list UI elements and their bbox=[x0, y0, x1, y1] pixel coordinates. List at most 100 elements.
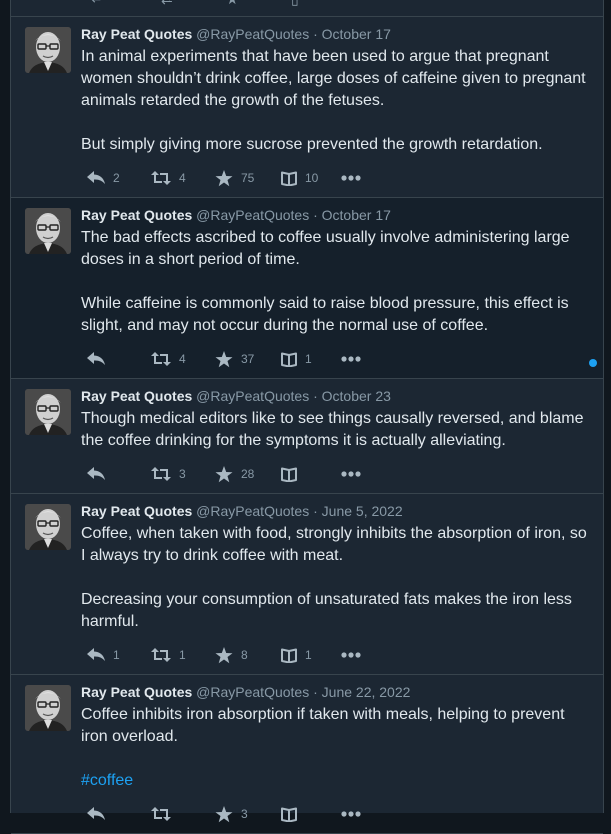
reply-button[interactable] bbox=[87, 467, 151, 481]
tweet-date[interactable]: June 22, 2022 bbox=[322, 684, 411, 700]
reply-button[interactable] bbox=[87, 807, 151, 821]
more-icon bbox=[341, 471, 361, 477]
retweet-count: 4 bbox=[179, 171, 186, 185]
tweet-paragraph: Though medical editors like to see thing… bbox=[81, 410, 584, 449]
more-button[interactable] bbox=[341, 811, 361, 817]
like-button[interactable]: 28 bbox=[215, 465, 281, 483]
tweet-text: Coffee inhibits iron absorption if taken… bbox=[81, 704, 591, 792]
retweet-icon bbox=[151, 171, 171, 185]
like-count: 75 bbox=[241, 171, 255, 185]
save-button[interactable] bbox=[281, 807, 341, 822]
retweet-button[interactable]: 4 bbox=[151, 171, 215, 185]
save-count: 1 bbox=[305, 648, 312, 662]
book-icon bbox=[281, 467, 297, 482]
retweet-icon bbox=[151, 807, 171, 821]
tweet[interactable]: Ray Peat Quotes @RayPeatQuotes · October… bbox=[11, 198, 603, 379]
author-name[interactable]: Ray Peat Quotes bbox=[81, 207, 192, 223]
like-button[interactable]: 3 bbox=[215, 805, 281, 823]
author-handle[interactable]: @RayPeatQuotes bbox=[196, 26, 309, 42]
tweet[interactable]: Ray Peat Quotes @RayPeatQuotes · June 5,… bbox=[11, 494, 603, 675]
tweet-text: Though medical editors like to see thing… bbox=[81, 408, 591, 452]
reply-button[interactable]: 2 bbox=[87, 171, 151, 185]
tweet[interactable]: Ray Peat Quotes @RayPeatQuotes · October… bbox=[11, 379, 603, 494]
tweet-date[interactable]: October 17 bbox=[322, 207, 391, 223]
avatar-image bbox=[25, 504, 71, 550]
author-handle[interactable]: @RayPeatQuotes bbox=[196, 207, 309, 223]
reply-icon bbox=[87, 171, 105, 184]
save-count: 10 bbox=[305, 171, 319, 185]
separator: · bbox=[313, 503, 318, 519]
like-count: 8 bbox=[241, 648, 248, 662]
tweet-paragraph: Decreasing your consumption of unsaturat… bbox=[81, 591, 572, 630]
author-name[interactable]: Ray Peat Quotes bbox=[81, 26, 192, 42]
separator: · bbox=[313, 684, 318, 700]
book-icon bbox=[281, 648, 297, 663]
tweet-header: Ray Peat Quotes @RayPeatQuotes · June 22… bbox=[81, 682, 591, 702]
avatar-image bbox=[25, 208, 71, 254]
tweet-column: ↩ ⇄ ★ ▯ Ray Peat Quotes @RayPeatQuotes ·… bbox=[10, 0, 604, 834]
avatar[interactable] bbox=[25, 504, 71, 550]
author-handle[interactable]: @RayPeatQuotes bbox=[196, 388, 309, 404]
book-icon: ▯ bbox=[291, 0, 299, 8]
save-button[interactable]: 1 bbox=[281, 352, 341, 367]
reply-button[interactable] bbox=[87, 352, 151, 366]
avatar[interactable] bbox=[25, 208, 71, 254]
tweet-actions: 3 28 bbox=[87, 463, 591, 485]
retweet-count: 4 bbox=[179, 352, 186, 366]
tweet-actions: 1 1 8 1 bbox=[87, 644, 591, 666]
save-button[interactable]: 10 bbox=[281, 171, 341, 186]
like-button[interactable]: 37 bbox=[215, 350, 281, 368]
avatar-image bbox=[25, 389, 71, 435]
retweet-button[interactable]: 3 bbox=[151, 467, 215, 481]
tweet-paragraph: The bad effects ascribed to coffee usual… bbox=[81, 229, 570, 268]
author-name[interactable]: Ray Peat Quotes bbox=[81, 684, 192, 700]
hashtag-link[interactable]: #coffee bbox=[81, 772, 133, 789]
separator: · bbox=[313, 207, 318, 223]
tweet-date[interactable]: June 5, 2022 bbox=[322, 503, 403, 519]
star-icon bbox=[215, 805, 233, 822]
tweet-header: Ray Peat Quotes @RayPeatQuotes · October… bbox=[81, 205, 591, 225]
save-button[interactable] bbox=[281, 467, 341, 482]
more-button[interactable] bbox=[341, 175, 361, 181]
tweet-date[interactable]: October 17 bbox=[322, 26, 391, 42]
avatar[interactable] bbox=[25, 389, 71, 435]
like-button[interactable]: 75 bbox=[215, 169, 281, 187]
avatar-image bbox=[25, 685, 71, 731]
save-count: 1 bbox=[305, 352, 312, 366]
tweet-header: Ray Peat Quotes @RayPeatQuotes · October… bbox=[81, 386, 591, 406]
separator: · bbox=[313, 26, 318, 42]
more-icon bbox=[341, 811, 361, 817]
tweet-date[interactable]: October 23 bbox=[322, 388, 391, 404]
save-button[interactable]: 1 bbox=[281, 648, 341, 663]
more-button[interactable] bbox=[341, 356, 361, 362]
retweet-button[interactable]: 4 bbox=[151, 352, 215, 366]
more-button[interactable] bbox=[341, 471, 361, 477]
tweet-paragraph: In animal experiments that have been use… bbox=[81, 48, 586, 109]
author-handle[interactable]: @RayPeatQuotes bbox=[196, 503, 309, 519]
author-name[interactable]: Ray Peat Quotes bbox=[81, 388, 192, 404]
more-icon bbox=[341, 652, 361, 658]
star-icon bbox=[215, 169, 233, 186]
retweet-button[interactable]: 1 bbox=[151, 648, 215, 662]
reply-count: 2 bbox=[113, 171, 120, 185]
tweet[interactable]: Ray Peat Quotes @RayPeatQuotes · October… bbox=[11, 17, 603, 198]
retweet-count: 3 bbox=[179, 467, 186, 481]
more-icon bbox=[341, 356, 361, 362]
retweet-button[interactable] bbox=[151, 807, 215, 821]
retweet-icon bbox=[151, 352, 171, 366]
reply-count: 1 bbox=[113, 648, 120, 662]
reply-button[interactable]: 1 bbox=[87, 648, 151, 662]
retweet-count: 1 bbox=[179, 648, 186, 662]
avatar[interactable] bbox=[25, 27, 71, 73]
reply-icon bbox=[87, 467, 105, 480]
tweet[interactable]: Ray Peat Quotes @RayPeatQuotes · June 22… bbox=[11, 675, 603, 834]
author-handle[interactable]: @RayPeatQuotes bbox=[196, 684, 309, 700]
star-icon: ★ bbox=[226, 0, 239, 8]
tweet-paragraph: Coffee inhibits iron absorption if taken… bbox=[81, 706, 565, 745]
reply-icon bbox=[87, 648, 105, 661]
more-button[interactable] bbox=[341, 652, 361, 658]
author-name[interactable]: Ray Peat Quotes bbox=[81, 503, 192, 519]
tweet-paragraph: While caffeine is commonly said to raise… bbox=[81, 295, 569, 334]
like-button[interactable]: 8 bbox=[215, 646, 281, 664]
avatar[interactable] bbox=[25, 685, 71, 731]
